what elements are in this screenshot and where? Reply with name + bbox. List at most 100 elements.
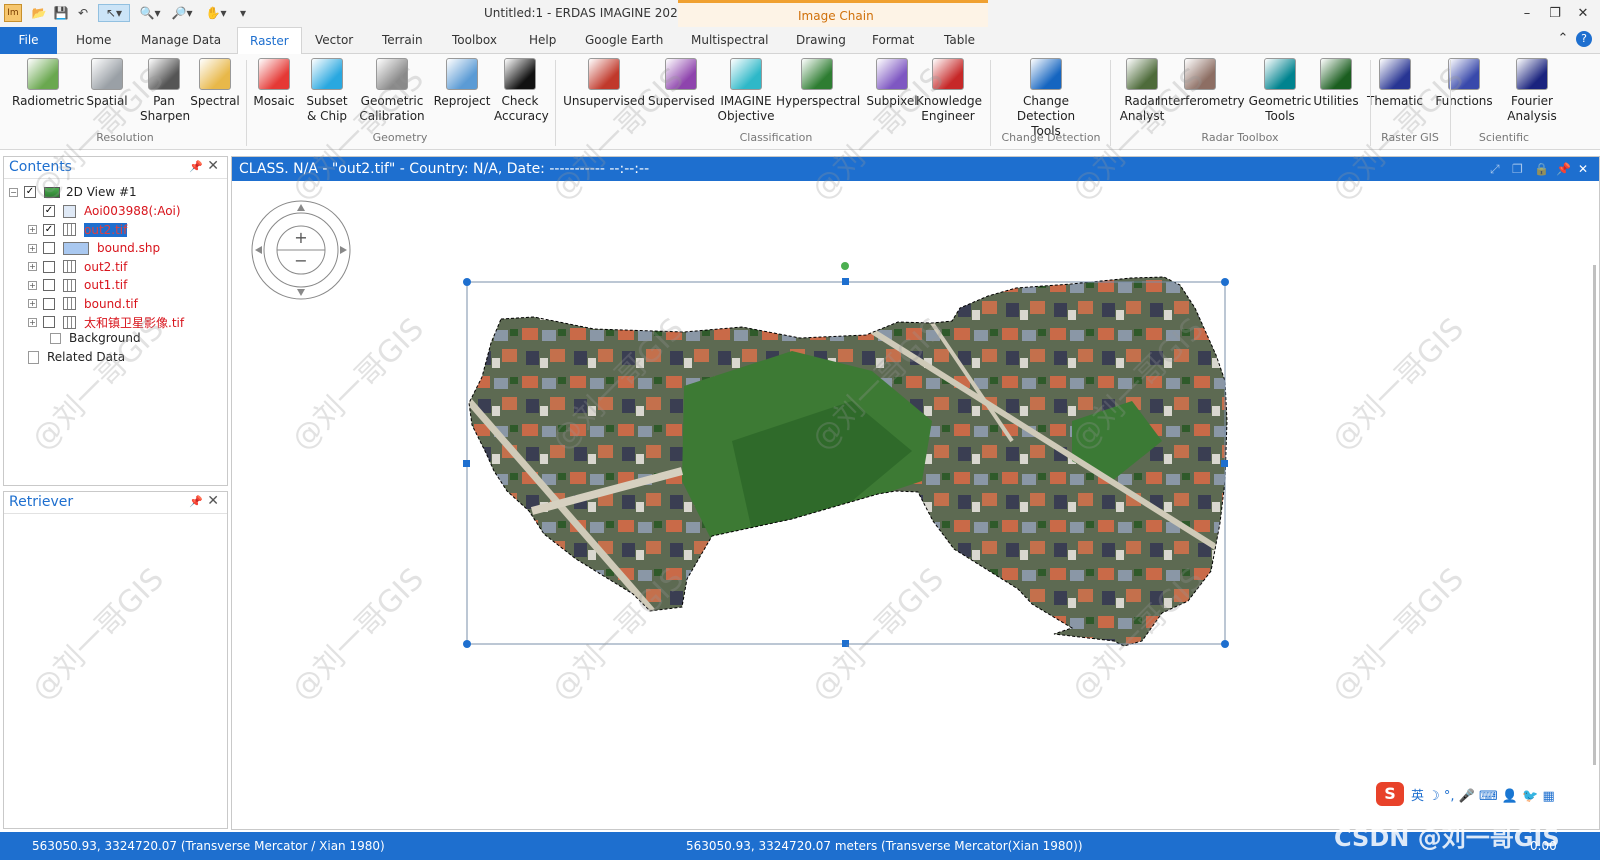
ribbon-button-pan-sharpen[interactable]: Pan Sharpen — [140, 58, 190, 124]
rotate-handle[interactable] — [841, 262, 849, 270]
layer-checkbox[interactable] — [43, 316, 55, 328]
view-checkbox[interactable]: ✓ — [24, 186, 36, 198]
select-arrow-icon[interactable]: ↖▾ — [98, 4, 130, 22]
app-icon[interactable]: Im — [4, 4, 22, 22]
tab-file[interactable]: File — [0, 27, 57, 54]
ribbon-button-label-2: & Chip — [306, 109, 348, 123]
layer-row[interactable]: + out2.tif — [28, 258, 127, 276]
tree-related-data-node[interactable]: Related Data — [28, 348, 125, 366]
layer-row[interactable]: + bound.tif — [28, 295, 138, 313]
ribbon-button-unsupervised[interactable]: Unsupervised — [562, 58, 646, 109]
zoom-in-icon[interactable]: + — [294, 228, 307, 247]
expand-icon[interactable]: + — [28, 317, 37, 327]
tab-help[interactable]: Help — [529, 27, 556, 54]
layer-checkbox[interactable] — [43, 279, 55, 291]
layer-row[interactable]: + out1.tif — [28, 276, 127, 294]
ribbon-button-reproject[interactable]: Reproject — [432, 58, 492, 109]
expand-icon[interactable]: + — [28, 262, 37, 271]
tab-multispectral[interactable]: Multispectral — [691, 27, 769, 54]
zoom-out-tool-icon[interactable]: 🔎▾ — [168, 4, 196, 22]
ribbon-button-fourier-analysis[interactable]: Fourier Analysis — [1502, 58, 1562, 124]
zoom-in-tool-icon[interactable]: 🔍▾ — [136, 4, 164, 22]
ribbon-button-subpixel[interactable]: Subpixel — [866, 58, 918, 109]
ribbon-button-spectral[interactable]: Spectral — [190, 58, 240, 109]
undo-icon[interactable]: ↶ — [74, 4, 92, 22]
save-icon[interactable]: 💾 — [52, 4, 70, 22]
viewer-canvas[interactable]: + − — [232, 181, 1600, 831]
pin-icon[interactable]: 📌 — [1556, 157, 1571, 181]
vertical-scrollbar[interactable] — [1593, 265, 1596, 765]
collapse-icon[interactable]: − — [9, 187, 18, 197]
tab-drawing[interactable]: Drawing — [796, 27, 846, 54]
ribbon-button-label: Mosaic — [253, 94, 295, 108]
zoom-out-icon[interactable]: − — [294, 251, 307, 270]
layer-checkbox[interactable] — [43, 297, 55, 310]
expand-icon[interactable]: + — [28, 299, 37, 308]
ribbon-button-change-detection[interactable]: Change Detection Tools — [992, 58, 1100, 139]
tab-table[interactable]: Table — [944, 27, 975, 54]
expand-icon[interactable]: + — [28, 280, 37, 290]
ribbon-button-spatial[interactable]: Spatial — [84, 58, 130, 109]
tab-toolbox[interactable]: Toolbox — [452, 27, 497, 54]
restore-icon[interactable]: ❐ — [1512, 157, 1523, 181]
pin-icon[interactable]: 📌 — [189, 160, 203, 173]
layer-row[interactable]: + bound.shp — [28, 239, 160, 257]
tab-raster[interactable]: Raster — [237, 27, 302, 55]
link-icon[interactable]: ⤢ — [1490, 157, 1500, 181]
layer-checkbox[interactable]: ✓ — [43, 205, 55, 217]
tab-google-earth[interactable]: Google Earth — [585, 27, 663, 54]
close-icon[interactable]: ✕ — [207, 493, 219, 509]
tree-background-node[interactable]: Background — [50, 329, 141, 347]
ribbon-button-geometric-tools[interactable]: Geometric Tools — [1248, 58, 1312, 124]
tab-home[interactable]: Home — [76, 27, 111, 54]
restore-button[interactable]: ❐ — [1546, 5, 1564, 23]
ribbon-button-utilities[interactable]: Utilities — [1312, 58, 1360, 109]
tree-view-node[interactable]: − ✓ 2D View #1 — [9, 183, 137, 201]
ribbon-button-imagine-objective[interactable]: IMAGINE Objective — [716, 58, 776, 124]
pan-tool-icon[interactable]: ✋▾ — [202, 4, 230, 22]
help-icon[interactable]: ? — [1576, 31, 1592, 47]
ribbon-button-supervised[interactable]: Supervised — [648, 58, 715, 109]
expand-icon[interactable]: + — [28, 225, 37, 234]
pin-icon[interactable]: 📌 — [189, 495, 203, 508]
layer-row[interactable]: + ✓ out2.tif — [28, 221, 128, 239]
ribbon-button-radiometric[interactable]: Radiometric — [12, 58, 84, 109]
layer-row[interactable]: +✓Aoi003988(:Aoi) — [28, 202, 181, 220]
sogou-logo-icon[interactable]: S — [1376, 782, 1404, 806]
group-scientific: Scientific — [1478, 131, 1530, 144]
image-chain-contextual-tab[interactable]: Image Chain — [678, 0, 988, 27]
ribbon-button-label: Pan — [153, 94, 175, 108]
geometric-tools-icon — [1264, 58, 1296, 90]
ime-toolbar[interactable]: S 英 ☽ °, 🎤 ⌨ 👤 🐦 ▦ — [1376, 780, 1592, 808]
ribbon-button-geometric-calibration[interactable]: Geometric Calibration — [356, 58, 428, 124]
ribbon-collapse-icon[interactable]: ⌃ — [1554, 30, 1572, 48]
customize-quick-access-icon[interactable]: ▾ — [234, 4, 252, 22]
layer-checkbox[interactable] — [43, 260, 55, 273]
ime-options[interactable]: 英 ☽ °, 🎤 ⌨ 👤 🐦 ▦ — [1411, 785, 1555, 804]
layer-checkbox[interactable]: ✓ — [43, 223, 55, 236]
ribbon-button-label-2: Engineer — [921, 109, 975, 123]
ribbon-button-subset[interactable]: Subset & Chip — [302, 58, 352, 124]
layer-checkbox[interactable] — [43, 242, 55, 254]
ribbon-button-mosaic[interactable]: Mosaic — [252, 58, 296, 109]
minimize-button[interactable]: – — [1518, 5, 1536, 23]
ribbon-button-interferometry[interactable]: Interferometry — [1157, 58, 1245, 109]
tab-terrain[interactable]: Terrain — [382, 27, 423, 54]
tab-manage-data[interactable]: Manage Data — [141, 27, 221, 54]
close-icon[interactable]: ✕ — [1578, 157, 1588, 181]
open-icon[interactable]: 📂 — [30, 4, 48, 22]
ribbon-button-thematic[interactable]: Thematic — [1365, 58, 1425, 109]
close-icon[interactable]: ✕ — [207, 158, 219, 174]
ribbon-button-check-accuracy[interactable]: Check Accuracy — [494, 58, 549, 124]
ribbon-button-knowledge-engineer[interactable]: Knowledge Engineer — [916, 58, 982, 124]
spectral-icon — [199, 58, 231, 90]
ribbon-button-hyperspectral[interactable]: Hyperspectral — [776, 58, 860, 109]
ribbon-button-functions[interactable]: Functions — [1434, 58, 1494, 109]
tab-format[interactable]: Format — [872, 27, 914, 54]
close-button[interactable]: ✕ — [1574, 5, 1592, 23]
lock-icon[interactable]: 🔒 — [1534, 157, 1549, 181]
navigation-control[interactable]: + − — [251, 200, 351, 300]
2d-viewer[interactable]: CLASS. N/A - "out2.tif" - Country: N/A, … — [231, 156, 1600, 830]
tab-vector[interactable]: Vector — [315, 27, 353, 54]
expand-icon[interactable]: + — [28, 243, 37, 253]
